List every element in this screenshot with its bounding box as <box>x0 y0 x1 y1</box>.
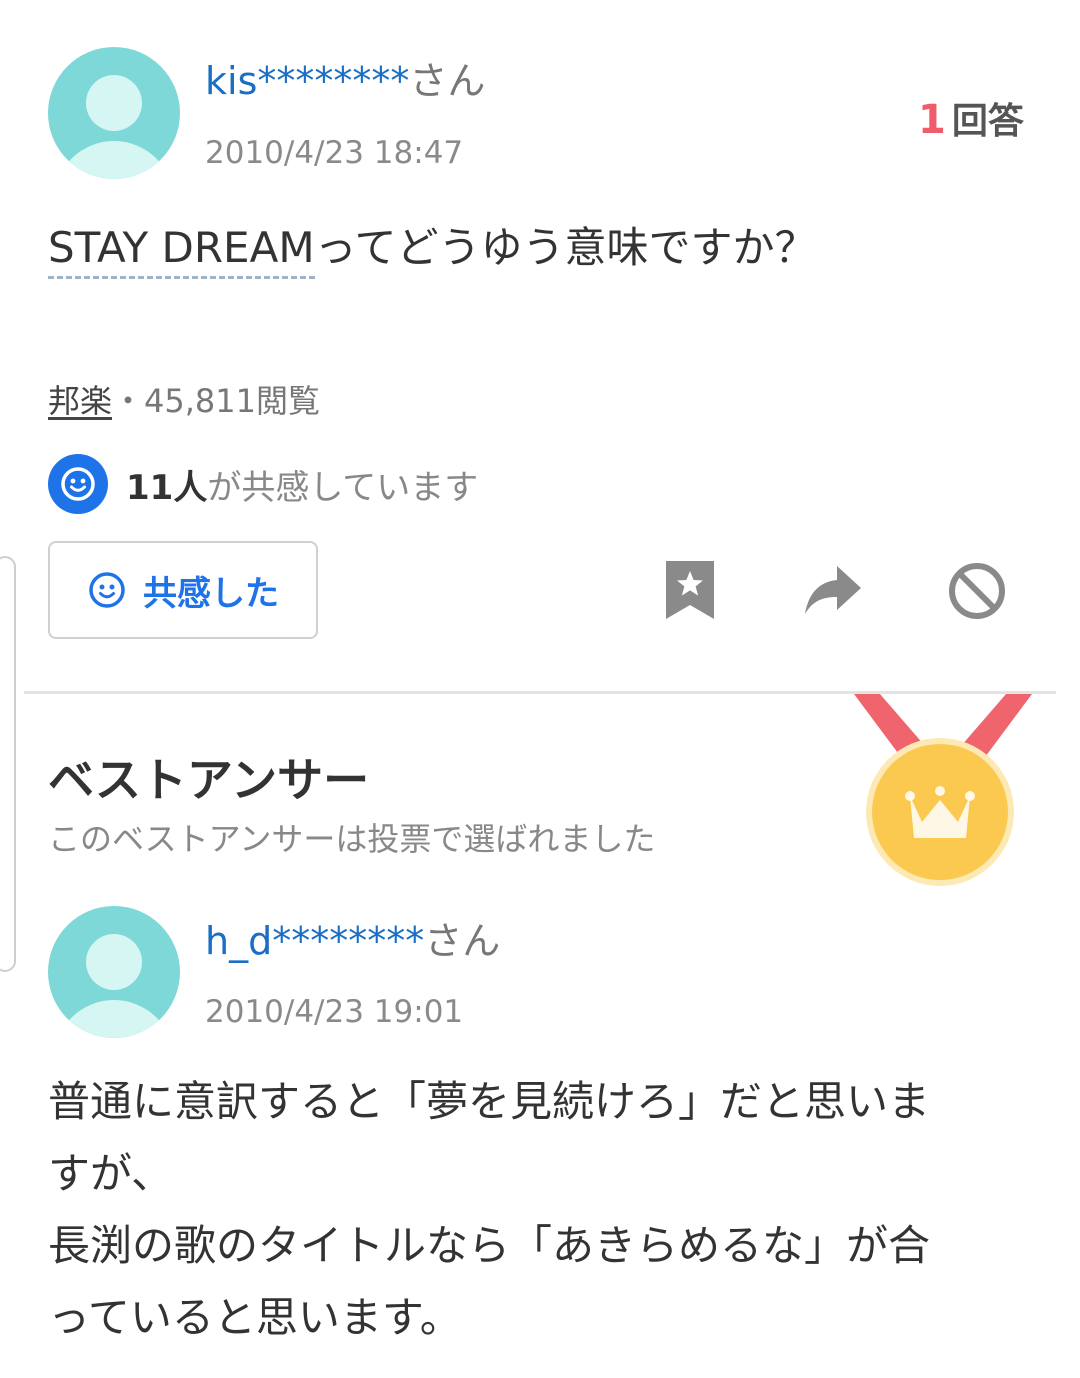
answer-count[interactable]: 1 回答 <box>918 92 1024 144</box>
question-keyword-link[interactable]: STAY DREAM <box>48 223 315 279</box>
answer-line: すが、 <box>48 1149 174 1198</box>
side-panel-handle[interactable] <box>0 556 16 972</box>
answerer-suffix: さん <box>424 919 501 963</box>
best-answer-heading: ベストアンサー <box>48 753 370 807</box>
answer-count-number: 1 <box>918 97 946 143</box>
crown-medal-icon <box>850 694 1036 890</box>
meta-separator: ・ <box>112 382 145 420</box>
empathy-summary: 11人 が共感しています <box>48 454 478 514</box>
questioner-id[interactable]: kis******** <box>205 59 409 103</box>
question-meta: 邦楽・45,811閲覧 <box>48 380 320 422</box>
answerer-avatar[interactable] <box>48 906 180 1038</box>
empathy-button-label: 共感した <box>143 573 279 614</box>
qa-page: kis********さん 2010/4/23 18:47 1 回答 STAY D… <box>0 0 1080 1378</box>
block-icon[interactable] <box>946 560 1008 622</box>
question-title: STAY DREAMってどうゆう意味ですか？ <box>48 220 817 279</box>
bookmark-star-icon[interactable] <box>660 558 720 622</box>
answer-line: 普通に意訳すると「夢を見続けろ」だと思いま <box>48 1077 931 1126</box>
category-link[interactable]: 邦楽 <box>48 382 112 420</box>
question-title-rest: ってどうゆう意味ですか？ <box>314 223 817 272</box>
smile-icon <box>48 454 108 514</box>
smile-icon <box>89 572 125 608</box>
avatar-head <box>86 934 142 990</box>
question-date: 2010/4/23 18:47 <box>205 135 464 171</box>
questioner-avatar[interactable] <box>48 47 180 179</box>
answer-line: っていると思います。 <box>48 1293 462 1342</box>
avatar-body <box>54 1000 174 1038</box>
avatar-body <box>54 141 174 179</box>
answer-date: 2010/4/23 19:01 <box>205 994 464 1030</box>
best-answer-subheading: このベストアンサーは投票で選ばれました <box>48 820 656 858</box>
questioner-suffix: さん <box>409 59 486 103</box>
answer-line: 長渕の歌のタイトルなら「あきらめるな」が合 <box>48 1221 931 1270</box>
empathy-button[interactable]: 共感した <box>48 541 318 639</box>
empathy-count: 11人 <box>126 467 208 508</box>
view-count: 45,811閲覧 <box>144 382 321 420</box>
share-arrow-icon[interactable] <box>802 562 864 618</box>
questioner-name[interactable]: kis********さん <box>205 58 485 104</box>
answer-count-label: 回答 <box>951 101 1024 142</box>
empathy-text: が共感しています <box>207 467 479 508</box>
best-answer-text: 普通に意訳すると「夢を見続けろ」だと思いま すが、 長渕の歌のタイトルなら「あき… <box>48 1066 1038 1354</box>
answerer-id[interactable]: h_d******** <box>205 919 424 963</box>
answerer-name[interactable]: h_d********さん <box>205 918 500 964</box>
avatar-head <box>86 75 142 131</box>
